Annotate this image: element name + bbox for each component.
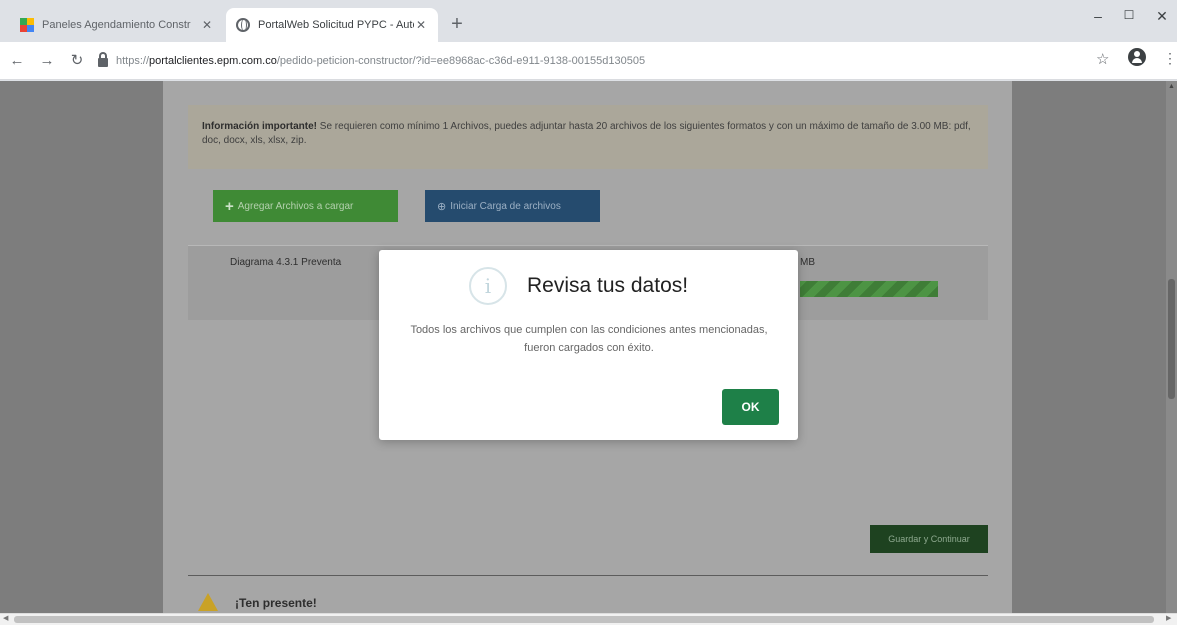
scroll-right-icon[interactable]: ▶ xyxy=(1166,614,1171,622)
warning-icon xyxy=(198,593,218,611)
maximize-button[interactable]: ☐ xyxy=(1114,8,1144,28)
ok-button[interactable]: OK xyxy=(722,389,779,425)
address-bar[interactable]: https:// portalclientes.epm.com.co /pedi… xyxy=(98,48,1108,74)
info-heading: Información importante! xyxy=(202,121,318,132)
close-tab-icon[interactable]: ✕ xyxy=(200,18,214,32)
microsoft-logo-icon xyxy=(20,18,34,32)
url-domain: portalclientes.epm.com.co xyxy=(149,55,277,67)
back-button[interactable]: ← xyxy=(4,48,30,74)
add-files-button[interactable]: + Agregar Archivos a cargar xyxy=(213,190,398,222)
browser-toolbar: ← → ↻ https:// portalclientes.epm.com.co… xyxy=(0,42,1177,80)
upload-icon: ⊕ xyxy=(437,200,447,213)
vertical-scrollbar[interactable]: ▲ xyxy=(1166,81,1177,613)
start-upload-label: Iniciar Carga de archivos xyxy=(450,200,561,212)
minimize-button[interactable]: – xyxy=(1083,8,1113,28)
upload-progress-bar xyxy=(800,281,938,297)
tab-strip: Paneles Agendamiento Constr ✕ PortalWeb … xyxy=(0,0,1177,42)
alert-dialog: i Revisa tus datos! Todos los archivos q… xyxy=(379,250,798,440)
info-body: Se requieren como mínimo 1 Archivos, pue… xyxy=(202,121,971,146)
lock-icon[interactable] xyxy=(98,52,108,67)
new-tab-button[interactable]: + xyxy=(446,14,468,36)
scroll-left-icon[interactable]: ◀ xyxy=(3,614,8,622)
url-scheme: https:// xyxy=(116,55,150,67)
file-size: MB xyxy=(800,257,815,268)
start-upload-button[interactable]: ⊕ Iniciar Carga de archivos xyxy=(425,190,600,222)
file-name: Diagrama 4.3.1 Preventa xyxy=(230,257,342,268)
divider xyxy=(188,575,988,576)
info-notice: Información importante! Se requieren com… xyxy=(188,105,988,169)
dialog-title: Revisa tus datos! xyxy=(527,274,689,297)
close-window-button[interactable]: ✕ xyxy=(1147,8,1177,28)
info-icon: i xyxy=(469,267,507,305)
tab-title: Paneles Agendamiento Constr xyxy=(42,19,191,31)
menu-icon[interactable]: ⋮ xyxy=(1163,50,1177,67)
add-files-label: Agregar Archivos a cargar xyxy=(237,200,354,212)
close-tab-icon[interactable]: ✕ xyxy=(414,18,428,32)
reminder-title: ¡Ten presente! xyxy=(235,596,317,610)
tab-title: PortalWeb Solicitud PYPC - Autc xyxy=(258,19,414,31)
globe-icon xyxy=(236,18,250,32)
hscrollbar-thumb[interactable] xyxy=(14,616,1154,623)
profile-avatar-icon[interactable] xyxy=(1128,48,1146,66)
tab-portalweb[interactable]: PortalWeb Solicitud PYPC - Autc ✕ xyxy=(226,8,438,42)
save-continue-button[interactable]: Guardar y Continuar xyxy=(870,525,988,553)
dialog-message: Todos los archivos que cumplen con las c… xyxy=(410,324,768,354)
url-path: /pedido-peticion-constructor/?id=ee8968a… xyxy=(276,55,646,67)
plus-icon: + xyxy=(225,197,234,215)
scroll-up-icon[interactable]: ▲ xyxy=(1168,83,1175,90)
horizontal-scrollbar[interactable]: ◀ ▶ xyxy=(0,613,1177,625)
tab-paneles[interactable]: Paneles Agendamiento Constr ✕ xyxy=(10,8,224,42)
scrollbar-thumb[interactable] xyxy=(1168,279,1175,399)
bookmark-star-icon[interactable]: ☆ xyxy=(1096,50,1109,68)
reload-button[interactable]: ↻ xyxy=(64,48,90,74)
forward-button[interactable]: → xyxy=(34,48,60,74)
